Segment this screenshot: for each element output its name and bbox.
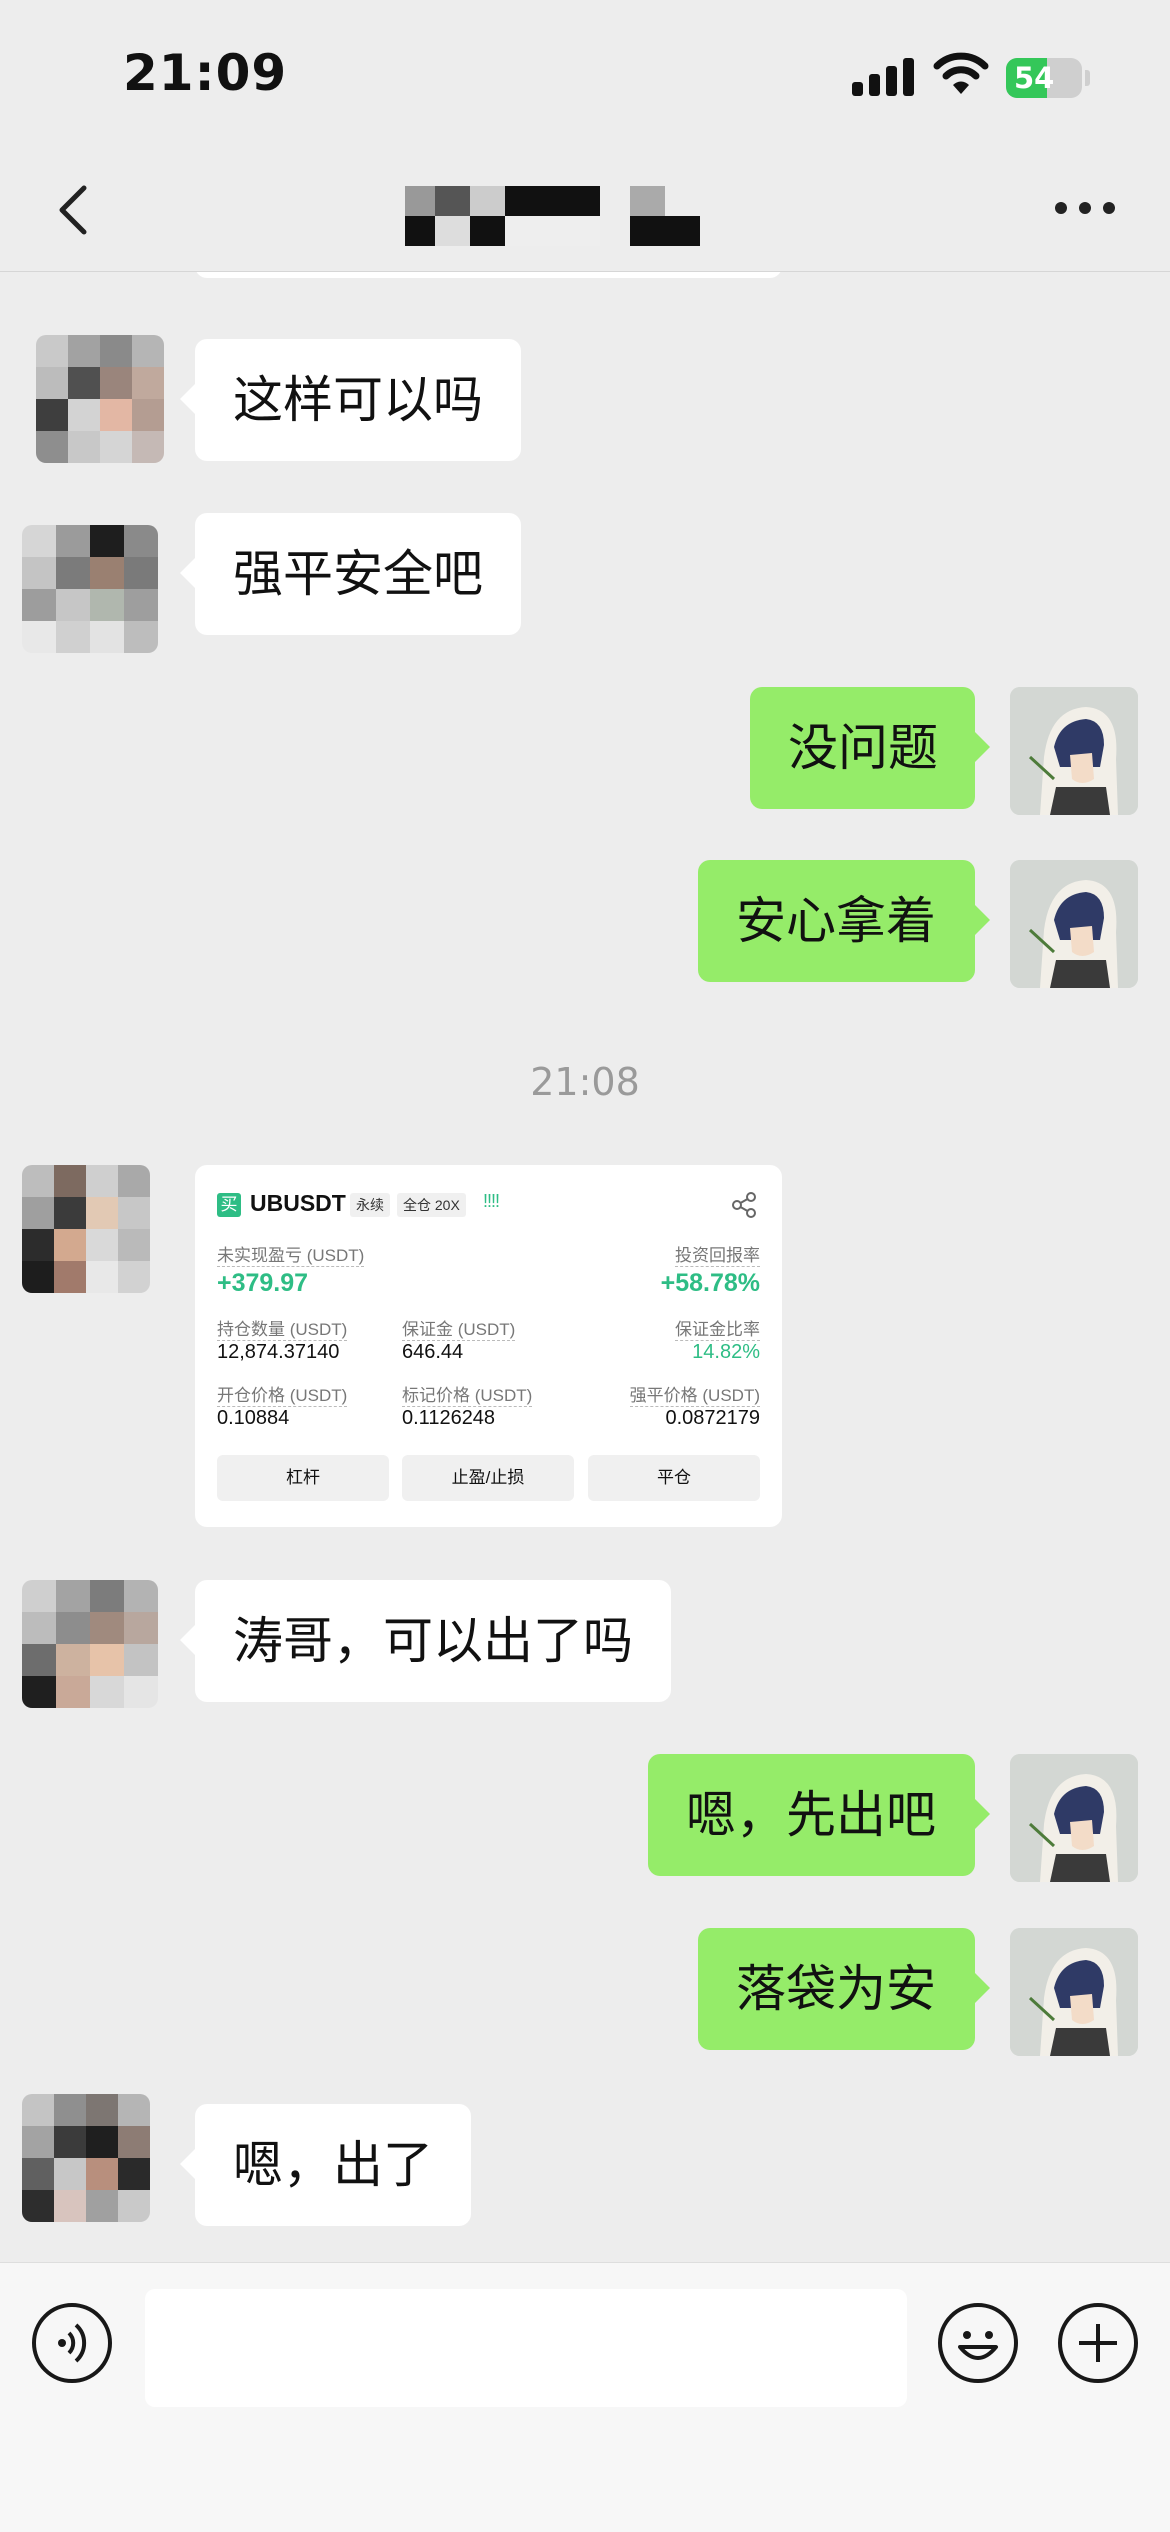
contact-avatar[interactable] [22,1580,158,1708]
position-size-value: 12,874.37140 [217,1341,340,1363]
liquidation-price-value: 0.0872179 [665,1407,760,1429]
incoming-message[interactable]: 这样可以吗 [180,339,521,461]
liquidation-price-label: 强平价格 (USDT) [629,1381,760,1407]
previous-message-edge [195,272,782,278]
margin-mode-tag: 全仓 20X [397,1193,466,1217]
my-avatar[interactable] [1010,1928,1138,2056]
my-avatar[interactable] [1010,687,1138,815]
chat-timestamp: 21:08 [530,1060,640,1104]
chat-area[interactable]: 这样可以吗 强平安全吧 没问题 安心拿着 21:08 买 UBUSDT 永续 全… [0,272,1170,2262]
position-size-label: 持仓数量 (USDT) [217,1315,348,1341]
trading-pair: UBUSDT [250,1190,346,1216]
tp-sl-button[interactable]: 止盈/止损 [402,1455,574,1501]
margin-value: 646.44 [402,1341,464,1363]
entry-price-label: 开仓价格 (USDT) [217,1381,348,1407]
mark-price-value: 0.1126248 [402,1407,496,1429]
contact-avatar[interactable] [22,525,158,653]
contact-avatar[interactable] [22,2094,150,2222]
trade-position-card[interactable]: 买 UBUSDT 永续 全仓 20X !!!! 未实现盈亏 (USDT) +37… [195,1165,782,1527]
incoming-message[interactable]: 嗯，出了 [180,2104,471,2226]
contact-name-redacted [405,172,700,246]
signal-bars: !!!! [483,1191,500,1211]
close-position-button[interactable]: 平仓 [588,1455,760,1501]
buy-badge: 买 [217,1193,241,1217]
emoji-icon[interactable] [938,2303,1018,2383]
outgoing-message[interactable]: 没问题 [750,687,990,809]
voice-icon[interactable] [32,2303,112,2383]
status-bar: 21:09 54 [0,0,1170,150]
back-icon[interactable] [46,180,106,240]
signal-icon [852,58,914,96]
roi-label: 投资回报率 [675,1241,760,1267]
status-time: 21:09 [123,44,288,102]
battery-level: 54 [1014,61,1055,95]
margin-label: 保证金 (USDT) [402,1315,516,1341]
share-icon[interactable] [730,1191,758,1219]
battery-tip [1085,70,1090,86]
my-avatar[interactable] [1010,1754,1138,1882]
input-bar [0,2262,1170,2532]
incoming-message[interactable]: 强平安全吧 [180,513,521,635]
entry-price-value: 0.10884 [217,1407,290,1429]
my-avatar[interactable] [1010,860,1138,988]
unrealized-pnl-value: +379.97 [217,1269,309,1297]
leverage-button[interactable]: 杠杆 [217,1455,389,1501]
more-icon[interactable] [1055,202,1115,218]
plus-icon[interactable] [1058,2303,1138,2383]
contact-avatar[interactable] [36,335,164,463]
outgoing-message[interactable]: 嗯，先出吧 [648,1754,990,1876]
outgoing-message[interactable]: 落袋为安 [698,1928,990,2050]
unrealized-pnl-label: 未实现盈亏 (USDT) [217,1241,365,1267]
message-input[interactable] [145,2289,907,2407]
wifi-icon [933,52,989,94]
incoming-message[interactable]: 涛哥，可以出了吗 [180,1580,671,1702]
margin-ratio-label: 保证金比率 [675,1315,760,1341]
margin-ratio-value: 14.82% [692,1341,760,1363]
contact-avatar[interactable] [22,1165,150,1293]
battery-icon: 54 [1006,58,1082,98]
outgoing-message[interactable]: 安心拿着 [698,860,990,982]
chat-header [0,150,1170,272]
roi-value: +58.78% [660,1269,760,1297]
mark-price-label: 标记价格 (USDT) [402,1381,533,1407]
contract-type-tag: 永续 [350,1193,390,1217]
